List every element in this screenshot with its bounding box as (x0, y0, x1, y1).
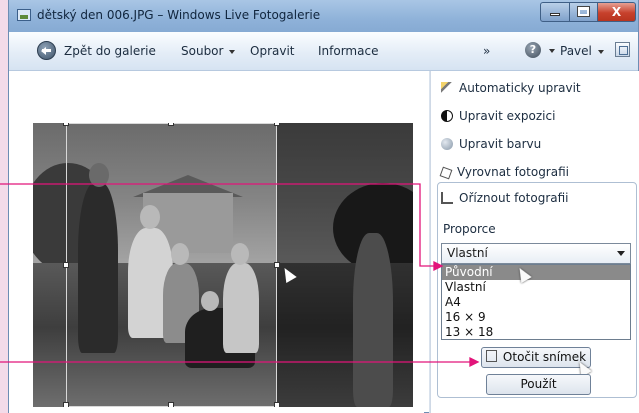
rotate-frame-label: Otočit snímek (502, 350, 587, 364)
toolbar: Zpět do galerie Soubor Opravit Informace… (9, 32, 638, 71)
crop-handle[interactable] (274, 123, 280, 126)
adjust-exposure-label: Upravit expozici (459, 109, 556, 123)
straighten-icon (439, 166, 453, 180)
straighten-label: Vyrovnat fotografii (457, 165, 569, 179)
exposure-icon (441, 110, 453, 122)
crop-label: Oříznout fotografii (459, 191, 569, 205)
crop-handle[interactable] (274, 262, 280, 268)
back-arrow-icon[interactable] (37, 41, 56, 60)
proportion-dropdown-list: Původní Vlastní A4 16 × 9 13 × 18 (441, 264, 631, 340)
user-menu[interactable]: Pavel (560, 44, 604, 58)
proportion-option[interactable]: 16 × 9 (442, 310, 630, 325)
window-title: dětský den 006.JPG – Windows Live Fotoga… (37, 8, 321, 22)
photo-app-icon (17, 9, 31, 21)
rotate-icon (485, 350, 497, 362)
crop-action[interactable]: Oříznout fotografii (441, 191, 569, 205)
photo-image[interactable] (33, 123, 413, 407)
auto-adjust-label: Automaticky upravit (459, 81, 581, 95)
chevron-down-icon (617, 251, 625, 256)
crop-handle[interactable] (63, 262, 69, 268)
proportion-select[interactable]: Vlastní (441, 243, 631, 264)
minimize-button[interactable] (540, 2, 570, 22)
crop-handle[interactable] (274, 402, 280, 407)
more-commands-button[interactable]: » (483, 44, 490, 58)
proportion-option[interactable]: Vlastní (442, 280, 630, 295)
auto-adjust-action[interactable]: Automaticky upravit (441, 81, 581, 95)
maximize-icon (577, 6, 590, 17)
file-menu-label: Soubor (181, 44, 224, 58)
help-chevron-down-icon[interactable] (549, 49, 555, 53)
user-name: Pavel (560, 44, 592, 58)
maximize-button[interactable] (569, 2, 598, 22)
photo-gallery-window: dětský den 006.JPG – Windows Live Fotoga… (8, 0, 639, 413)
proportion-option[interactable]: A4 (442, 295, 630, 310)
proportion-label: Proporce (443, 222, 496, 236)
proportion-option[interactable]: 13 × 18 (442, 325, 630, 340)
chevron-down-icon (229, 49, 236, 54)
title-bar: dětský den 006.JPG – Windows Live Fotoga… (9, 0, 638, 33)
photo-view (9, 71, 424, 413)
color-icon (441, 138, 453, 150)
proportion-value: Vlastní (447, 246, 488, 260)
crop-icon (441, 192, 453, 204)
adjust-exposure-action[interactable]: Upravit expozici (441, 109, 555, 123)
apply-button[interactable]: Použít (486, 374, 591, 395)
close-icon: X (611, 5, 622, 19)
help-icon[interactable]: ? (525, 42, 541, 58)
back-to-gallery-button[interactable]: Zpět do galerie (64, 44, 156, 58)
proportion-option[interactable]: Původní (442, 265, 630, 280)
fix-panel: Automaticky upravit Upravit expozici Upr… (430, 71, 639, 413)
minimize-icon (550, 13, 560, 16)
magic-wand-icon (441, 82, 453, 94)
straighten-action[interactable]: Vyrovnat fotografii (439, 165, 569, 180)
crop-handle[interactable] (63, 402, 69, 407)
file-menu[interactable]: Soubor (181, 44, 236, 58)
adjust-color-label: Upravit barvu (459, 137, 542, 151)
window-options-icon[interactable] (615, 42, 630, 57)
user-chevron-down-icon (597, 49, 604, 54)
crop-handle[interactable] (63, 123, 69, 126)
crop-dim-overlay (277, 123, 413, 407)
fix-button[interactable]: Opravit (250, 44, 295, 58)
info-button[interactable]: Informace (318, 44, 378, 58)
crop-handle[interactable] (168, 402, 174, 407)
crop-frame[interactable] (66, 123, 277, 407)
adjust-color-action[interactable]: Upravit barvu (441, 137, 541, 151)
close-button[interactable]: X (597, 2, 636, 22)
crop-handle[interactable] (168, 123, 174, 126)
